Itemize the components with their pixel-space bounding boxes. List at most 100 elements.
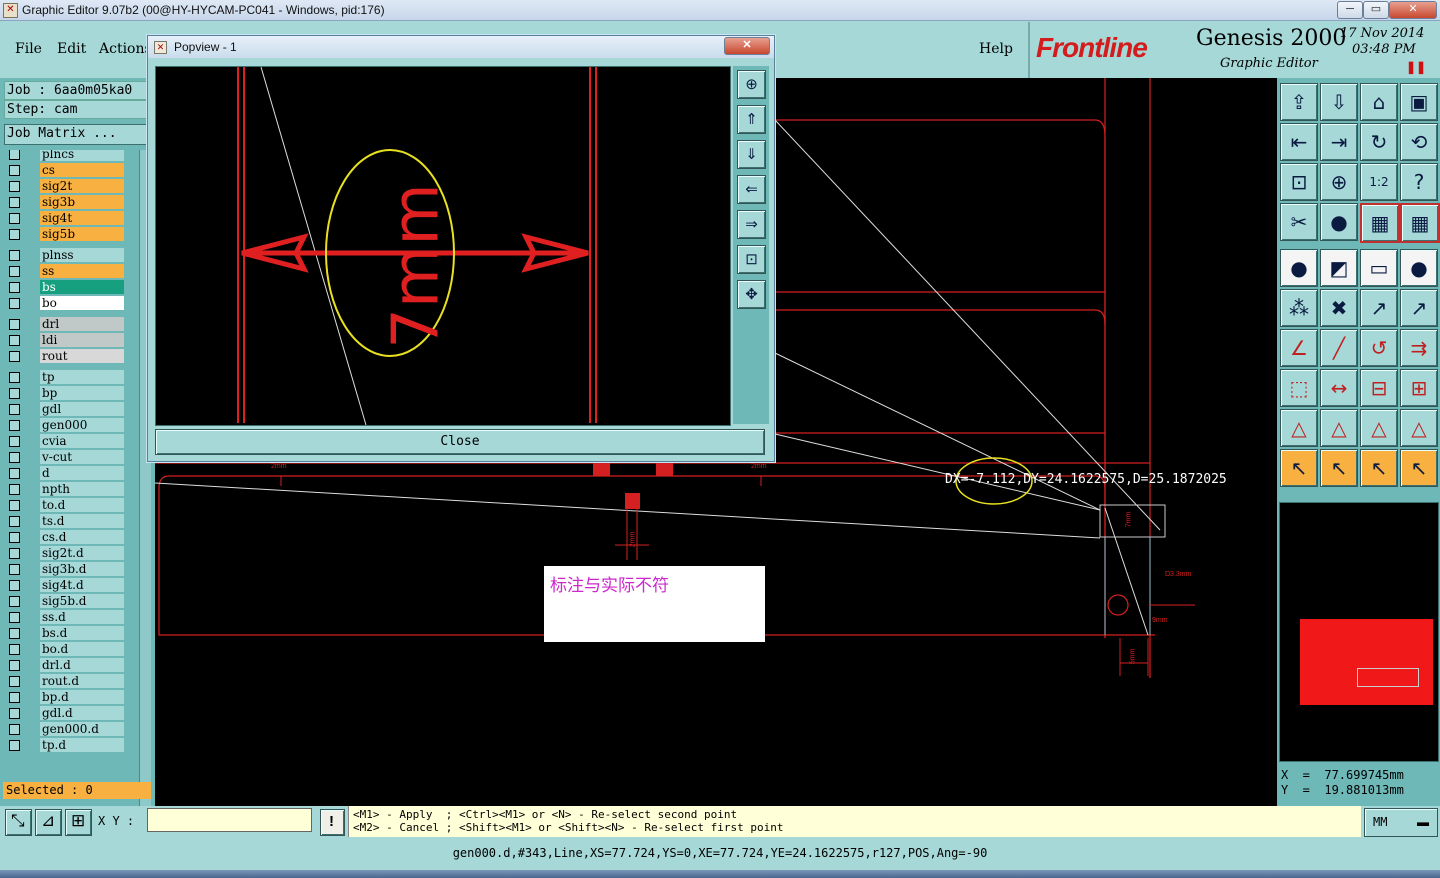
tool-line-b-button[interactable]: ↗ [1400,289,1438,327]
layer-row[interactable]: npth [6,482,124,497]
tool-shift-right-button[interactable]: ⇥ [1320,123,1358,161]
layer-name[interactable]: sig5b [40,227,124,241]
layer-name[interactable]: gdl [40,402,124,416]
layer-checkbox[interactable] [9,150,20,160]
layer-name[interactable]: ss [40,264,124,278]
units-select[interactable]: MM ▬ [1364,808,1438,837]
layer-name[interactable]: cs.d [40,530,124,544]
layer-checkbox[interactable] [9,516,20,527]
layer-checkbox[interactable] [9,229,20,240]
overview-map[interactable] [1279,502,1439,762]
tool-fill-button[interactable]: ⇉ [1400,329,1438,367]
layer-checkbox[interactable] [9,676,20,687]
tool-home-button[interactable]: ⌂ [1360,83,1398,121]
layer-row[interactable]: plncs [6,150,124,162]
layer-row[interactable]: sig4t [6,211,124,226]
layer-row[interactable]: sig2t [6,179,124,194]
layer-name[interactable]: npth [40,482,124,496]
tool-pointer-c-button[interactable]: ↖ [1360,449,1398,487]
layer-row[interactable]: rout [6,349,124,364]
popview-pan-left-button[interactable]: ⇐ [737,175,766,204]
layer-row[interactable]: bs [6,280,124,295]
layer-name[interactable]: sig3b.d [40,562,124,576]
layer-row[interactable]: sig3b [6,195,124,210]
layer-row[interactable]: bo [6,296,124,311]
tool-angle-button[interactable]: ∠ [1280,329,1318,367]
tool-undo-button[interactable]: ⟲ [1400,123,1438,161]
zoom-home-button[interactable]: ⤡ [5,809,32,836]
layer-checkbox[interactable] [9,628,20,639]
menu-file[interactable]: File [15,41,42,57]
tool-move-up-button[interactable]: ⇪ [1280,83,1318,121]
tool-rotate-button[interactable]: ↻ [1360,123,1398,161]
layer-name[interactable]: bs [40,280,124,294]
layer-checkbox[interactable] [9,644,20,655]
layer-row[interactable]: bp [6,386,124,401]
tool-cut-button[interactable]: ✂ [1280,203,1318,241]
layer-name[interactable]: gdl.d [40,706,124,720]
layer-checkbox[interactable] [9,692,20,703]
tool-pointer-b-button[interactable]: ↖ [1320,449,1358,487]
layer-name[interactable]: v-cut [40,450,124,464]
layer-name[interactable]: bo.d [40,642,124,656]
layer-checkbox[interactable] [9,388,20,399]
layer-checkbox[interactable] [9,372,20,383]
layer-name[interactable]: plncs [40,150,124,161]
layer-row[interactable]: bo.d [6,642,124,657]
layer-row[interactable]: rout.d [6,674,124,689]
layer-name[interactable]: sig2t [40,179,124,193]
layer-row[interactable]: sig2t.d [6,546,124,561]
layer-name[interactable]: bp.d [40,690,124,704]
layer-name[interactable]: cvia [40,434,124,448]
layer-name[interactable]: ldi [40,333,124,347]
layer-row[interactable]: gen000 [6,418,124,433]
layer-name[interactable]: bo [40,296,124,310]
popview-fit-button[interactable]: ⊡ [737,245,766,274]
close-window-button[interactable]: ✕ [1389,1,1437,19]
layer-row[interactable]: cvia [6,434,124,449]
grid-button[interactable]: ⊞ [65,809,92,836]
popview-pan-down-button[interactable]: ⇓ [737,140,766,169]
layer-checkbox[interactable] [9,165,20,176]
popview-zoom-in-button[interactable]: ⊕ [737,70,766,99]
layer-name[interactable]: ss.d [40,610,124,624]
layer-row[interactable]: sig5b [6,227,124,242]
popview-pan-right-button[interactable]: ⇒ [737,210,766,239]
layer-name[interactable]: plnss [40,248,124,262]
tool-help-button[interactable]: ? [1400,163,1438,201]
layer-checkbox[interactable] [9,282,20,293]
layer-row[interactable]: ts.d [6,514,124,529]
tool-window-button[interactable]: ▣ [1400,83,1438,121]
layer-row[interactable]: bs.d [6,626,124,641]
layer-name[interactable]: ts.d [40,514,124,528]
alert-button[interactable]: ! [320,809,345,836]
layer-name[interactable]: sig4t.d [40,578,124,592]
layer-name[interactable]: sig3b [40,195,124,209]
tool-select-box-button[interactable]: ⬚ [1280,369,1318,407]
layer-name[interactable]: to.d [40,498,124,512]
layer-row[interactable]: sig4t.d [6,578,124,593]
layer-checkbox[interactable] [9,532,20,543]
layer-checkbox[interactable] [9,197,20,208]
layer-checkbox[interactable] [9,452,20,463]
layer-checkbox[interactable] [9,298,20,309]
layer-row[interactable]: gen000.d [6,722,124,737]
tool-line-a-button[interactable]: ↗ [1360,289,1398,327]
menu-help[interactable]: Help [979,41,1013,57]
layer-checkbox[interactable] [9,724,20,735]
layer-checkbox[interactable] [9,548,20,559]
layer-name[interactable]: rout.d [40,674,124,688]
tool-cross-button[interactable]: ✖ [1320,289,1358,327]
tool-pointer-d-button[interactable]: ↖ [1400,449,1438,487]
layer-row[interactable]: cs.d [6,530,124,545]
layer-name[interactable]: bs.d [40,626,124,640]
layer-checkbox[interactable] [9,335,20,346]
layer-name[interactable]: tp.d [40,738,124,752]
popview-canvas[interactable]: 7mm [155,66,731,426]
job-matrix-button[interactable]: Job Matrix ... [4,124,150,145]
layer-checkbox[interactable] [9,580,20,591]
layer-checkbox[interactable] [9,420,20,431]
layer-row[interactable]: plnss [6,248,124,263]
layer-row[interactable]: ss [6,264,124,279]
layer-name[interactable]: rout [40,349,124,363]
